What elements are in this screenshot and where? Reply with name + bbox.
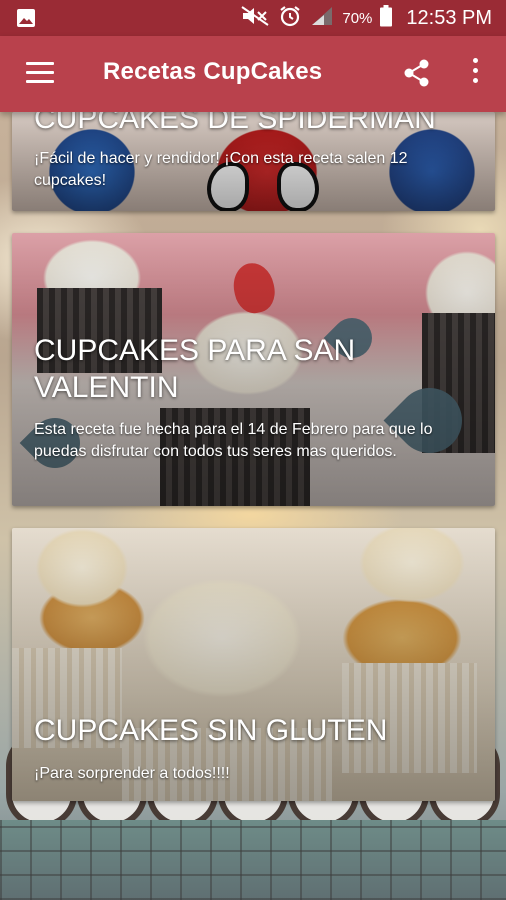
recipe-card-san-valentin[interactable]: CUPCAKES PARA SAN VALENTIN Esta receta f… <box>12 233 495 506</box>
battery-percent: 70% <box>342 9 373 27</box>
recipe-card-spiderman[interactable]: CUPCAKES DE SPIDERMAN ¡Fácil de hacer y … <box>12 112 495 211</box>
recipe-description: ¡Para sorprender a todos!!!! <box>34 765 230 782</box>
battery-icon <box>380 4 393 32</box>
more-vert-icon[interactable] <box>466 58 484 90</box>
app-title: Recetas CupCakes <box>103 58 323 85</box>
menu-icon[interactable] <box>26 62 54 84</box>
app-bar: Recetas CupCakes <box>0 36 506 112</box>
clock: 12:53 PM <box>406 6 492 29</box>
image-icon <box>16 8 36 33</box>
recipe-card-sin-gluten[interactable]: CUPCAKES SIN GLUTEN ¡Para sorprender a t… <box>12 528 495 801</box>
recipe-description: Esta receta fue hecha para el 14 de Febr… <box>34 421 433 460</box>
background-rack <box>0 820 506 900</box>
recipe-title: CUPCAKES PARA SAN VALENTIN <box>34 334 356 404</box>
share-icon[interactable] <box>402 58 432 88</box>
status-bar: 70% 12:53 PM <box>0 0 506 36</box>
signal-icon <box>310 5 334 32</box>
alarm-icon <box>278 4 302 33</box>
mute-icon <box>240 5 270 32</box>
recipe-description: ¡Fácil de hacer y rendidor! ¡Con esta re… <box>34 150 408 189</box>
recipe-title: CUPCAKES SIN GLUTEN <box>34 714 388 747</box>
recipe-title: CUPCAKES DE SPIDERMAN <box>34 112 436 135</box>
